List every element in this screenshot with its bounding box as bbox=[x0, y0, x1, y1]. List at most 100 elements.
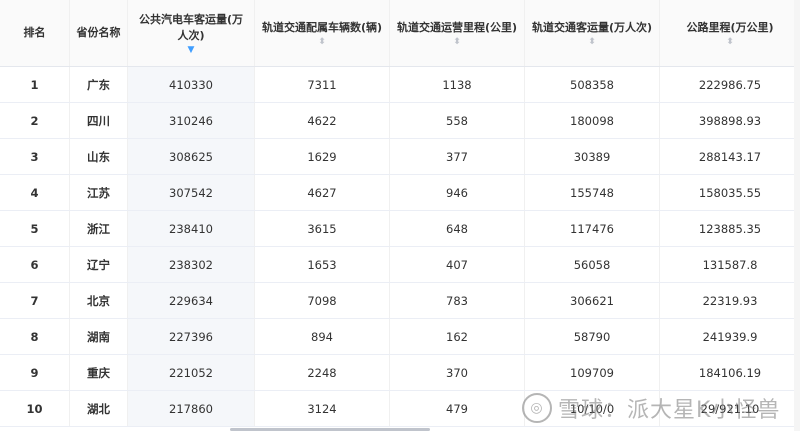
bus-cell: 217860 bbox=[128, 391, 255, 426]
rank-cell: 5 bbox=[0, 211, 70, 246]
table-row[interactable]: 2 四川 310246 4622 558 180098 398898.93 bbox=[0, 103, 800, 139]
road-mileage-cell: 158035.55 bbox=[698, 185, 762, 200]
rail-vehicles-cell: 3615 bbox=[255, 211, 390, 246]
road-mileage-cell: 288143.17 bbox=[698, 149, 762, 164]
table-row[interactable]: 9 重庆 221052 2248 370 109709 184106.19 bbox=[0, 355, 800, 391]
province-cell: 湖北 bbox=[70, 391, 128, 426]
rank-cell: 6 bbox=[0, 247, 70, 282]
table-row[interactable]: 1 广东 410330 7311 1138 508358 222986.75 bbox=[0, 67, 800, 103]
road-mileage-cell: 222986.75 bbox=[698, 77, 762, 92]
header-road-mileage[interactable]: 公路里程(万公里) ⬍ bbox=[660, 0, 800, 66]
header-rail-vehicles-label: 轨道交通配属车辆数(辆) bbox=[261, 20, 383, 34]
rail-vehicles-cell: 4622 bbox=[255, 103, 390, 138]
road-mileage-cell: 123885.35 bbox=[698, 221, 762, 236]
bus-cell: 410330 bbox=[128, 67, 255, 102]
rail-passengers-cell: 109709 bbox=[525, 355, 660, 390]
road-mileage-cell: 398898.93 bbox=[698, 113, 762, 128]
rank-cell: 1 bbox=[0, 67, 70, 102]
table-row[interactable]: 5 浙江 238410 3615 648 117476 123885.35 bbox=[0, 211, 800, 247]
province-cell: 辽宁 bbox=[70, 247, 128, 282]
road-mileage-cell: 22319.93 bbox=[702, 293, 758, 308]
rail-passengers-cell: 508358 bbox=[525, 67, 660, 102]
rail-vehicles-cell: 1653 bbox=[255, 247, 390, 282]
province-cell: 山东 bbox=[70, 139, 128, 174]
rail-mileage-cell: 479 bbox=[390, 391, 525, 426]
rail-mileage-cell: 558 bbox=[390, 103, 525, 138]
province-cell: 浙江 bbox=[70, 211, 128, 246]
rail-passengers-cell: 180098 bbox=[525, 103, 660, 138]
bus-cell: 238410 bbox=[128, 211, 255, 246]
rail-mileage-cell: 407 bbox=[390, 247, 525, 282]
rail-passengers-cell: 155748 bbox=[525, 175, 660, 210]
province-cell: 湖南 bbox=[70, 319, 128, 354]
road-mileage-cell: 184106.19 bbox=[698, 365, 762, 380]
rail-mileage-cell: 946 bbox=[390, 175, 525, 210]
header-rail-mileage-label: 轨道交通运营里程(公里) bbox=[396, 20, 518, 34]
road-mileage-cell: 131587.8 bbox=[702, 257, 758, 272]
table-row[interactable]: 8 湖南 227396 894 162 58790 241939.9 bbox=[0, 319, 800, 355]
header-rail-passengers[interactable]: 轨道交通客运量(万人次) ⬍ bbox=[525, 0, 660, 66]
sort-caret-icon[interactable]: ▼ bbox=[188, 45, 195, 55]
rank-cell: 4 bbox=[0, 175, 70, 210]
header-bus-passengers[interactable]: 公共汽电车客运量(万人次) ▼ bbox=[128, 0, 255, 66]
table-row[interactable]: 6 辽宁 238302 1653 407 56058 131587.8 bbox=[0, 247, 800, 283]
bus-cell: 238302 bbox=[128, 247, 255, 282]
rail-passengers-cell: 30389 bbox=[525, 139, 660, 174]
rail-vehicles-cell: 894 bbox=[255, 319, 390, 354]
rank-cell: 3 bbox=[0, 139, 70, 174]
header-rank: 排名 bbox=[0, 0, 70, 66]
rail-vehicles-cell: 1629 bbox=[255, 139, 390, 174]
rail-passengers-cell: 117476 bbox=[525, 211, 660, 246]
rank-cell: 2 bbox=[0, 103, 70, 138]
sort-caret-icon[interactable]: ⬍ bbox=[726, 37, 734, 47]
rail-vehicles-cell: 7098 bbox=[255, 283, 390, 318]
province-cell: 江苏 bbox=[70, 175, 128, 210]
rail-vehicles-cell: 3124 bbox=[255, 391, 390, 426]
table-row[interactable]: 10 湖北 217860 3124 479 10/10/0 29/921.10 bbox=[0, 391, 800, 427]
table-row[interactable]: 7 北京 229634 7098 783 306621 22319.93 bbox=[0, 283, 800, 319]
rail-mileage-cell: 783 bbox=[390, 283, 525, 318]
rank-cell: 8 bbox=[0, 319, 70, 354]
bus-cell: 221052 bbox=[128, 355, 255, 390]
province-cell: 广东 bbox=[70, 67, 128, 102]
header-rail-passengers-label: 轨道交通客运量(万人次) bbox=[531, 20, 653, 34]
rail-mileage-cell: 1138 bbox=[390, 67, 525, 102]
header-road-mileage-label: 公路里程(万公里) bbox=[686, 20, 774, 34]
rail-passengers-cell: 306621 bbox=[525, 283, 660, 318]
sort-caret-icon[interactable]: ⬍ bbox=[318, 37, 326, 47]
rail-vehicles-cell: 2248 bbox=[255, 355, 390, 390]
rail-vehicles-cell: 4627 bbox=[255, 175, 390, 210]
rail-passengers-cell: 58790 bbox=[525, 319, 660, 354]
table-header: 排名 省份名称 公共汽电车客运量(万人次) ▼ 轨道交通配属车辆数(辆) ⬍ 轨… bbox=[0, 0, 800, 67]
bus-cell: 229634 bbox=[128, 283, 255, 318]
rail-mileage-cell: 370 bbox=[390, 355, 525, 390]
bus-cell: 310246 bbox=[128, 103, 255, 138]
province-cell: 四川 bbox=[70, 103, 128, 138]
bus-cell: 308625 bbox=[128, 139, 255, 174]
bus-cell: 307542 bbox=[128, 175, 255, 210]
table-row[interactable]: 3 山东 308625 1629 377 30389 288143.17 bbox=[0, 139, 800, 175]
bus-cell: 227396 bbox=[128, 319, 255, 354]
rail-passengers-cell: 10/10/0 bbox=[525, 391, 660, 426]
sort-caret-icon[interactable]: ⬍ bbox=[588, 37, 596, 47]
sort-caret-icon[interactable]: ⬍ bbox=[453, 37, 461, 47]
province-cell: 北京 bbox=[70, 283, 128, 318]
rail-mileage-cell: 162 bbox=[390, 319, 525, 354]
header-rail-vehicles[interactable]: 轨道交通配属车辆数(辆) ⬍ bbox=[255, 0, 390, 66]
road-mileage-cell: 29/921.10 bbox=[700, 401, 760, 416]
header-bus-label: 公共汽电车客运量(万人次) bbox=[138, 12, 244, 42]
rail-mileage-cell: 377 bbox=[390, 139, 525, 174]
header-rail-mileage[interactable]: 轨道交通运营里程(公里) ⬍ bbox=[390, 0, 525, 66]
rail-passengers-cell: 56058 bbox=[525, 247, 660, 282]
road-mileage-cell: 241939.9 bbox=[702, 329, 758, 344]
province-cell: 重庆 bbox=[70, 355, 128, 390]
table-body: 1 广东 410330 7311 1138 508358 222986.75 2 四川 31024… bbox=[0, 67, 800, 427]
rank-cell: 9 bbox=[0, 355, 70, 390]
rail-mileage-cell: 648 bbox=[390, 211, 525, 246]
header-province: 省份名称 bbox=[70, 0, 128, 66]
data-table: 排名 省份名称 公共汽电车客运量(万人次) ▼ 轨道交通配属车辆数(辆) ⬍ 轨… bbox=[0, 0, 800, 427]
rail-vehicles-cell: 7311 bbox=[255, 67, 390, 102]
table-row[interactable]: 4 江苏 307542 4627 946 155748 158035.55 bbox=[0, 175, 800, 211]
scroll-shadow bbox=[794, 0, 800, 431]
rank-cell: 7 bbox=[0, 283, 70, 318]
